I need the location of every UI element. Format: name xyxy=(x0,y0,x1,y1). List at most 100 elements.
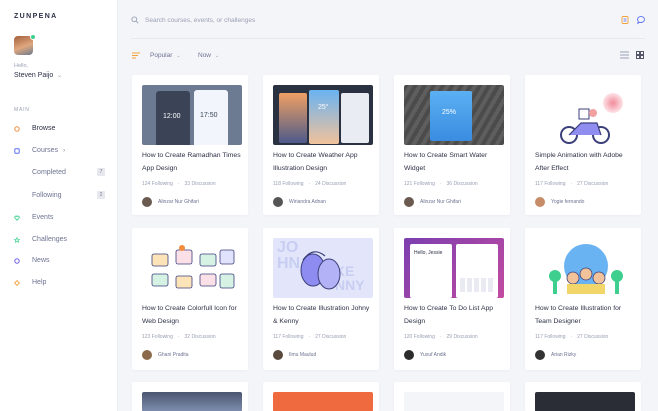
keyboard-shape xyxy=(460,278,494,292)
author-name: Wiriandra Adnan xyxy=(289,199,326,205)
course-thumbnail: Hello, Jessie xyxy=(404,238,504,298)
sidebar-item-events[interactable]: Events xyxy=(14,214,53,221)
sidebar-item-label: Browse xyxy=(32,125,56,132)
user-menu-button[interactable]: Steven Paijo xyxy=(14,72,53,79)
course-card[interactable]: How to Create Colorfull Icon for Web Des… xyxy=(132,228,248,370)
course-title[interactable]: How to Create Smart Water Widget xyxy=(404,150,504,175)
author-avatar xyxy=(142,350,152,360)
sidebar-item-challenges[interactable]: Challenges xyxy=(14,236,67,243)
time-dropdown-label: Now xyxy=(198,52,212,59)
course-thumbnail xyxy=(535,85,635,145)
course-card[interactable] xyxy=(132,382,248,411)
author-name: Arian Rizky xyxy=(551,352,577,358)
colorful-icons-illustration xyxy=(151,245,235,289)
author-avatar xyxy=(535,197,545,207)
course-author[interactable]: Wiriandra Adnan xyxy=(273,197,326,207)
sidebar-item-label: News xyxy=(32,257,50,264)
thumb-temperature: 25° xyxy=(318,104,329,111)
course-card[interactable]: How to Create Illustration for Team Desi… xyxy=(525,228,641,370)
course-author[interactable]: Alinzar Nur Ghifari xyxy=(404,197,461,207)
discussion-count: 36 Discussion xyxy=(446,181,478,187)
sort-dropdown-label: Popular xyxy=(150,52,173,59)
grid-view-icon[interactable] xyxy=(636,51,644,59)
circle-icon xyxy=(14,125,20,132)
course-author[interactable]: Arian Rizky xyxy=(535,350,576,360)
thumb-percent: 25% xyxy=(442,109,457,116)
chevron-right-icon: › xyxy=(63,147,66,154)
course-thumbnail: 25% xyxy=(404,85,504,145)
widget-mockup: 25% xyxy=(430,91,472,141)
course-card[interactable]: JO HN KE NNY How to Create Illustration Jo… xyxy=(263,228,379,370)
thumb-text: Hello, Jessie xyxy=(414,250,443,256)
sidebar-subitem-following[interactable]: Following xyxy=(32,192,62,199)
chat-icon[interactable] xyxy=(636,15,646,25)
following-count: 118 Following xyxy=(273,181,304,187)
discussion-count: 29 Discussion xyxy=(446,334,478,340)
app-logo: ZUNPENA xyxy=(14,13,58,20)
author-avatar xyxy=(142,197,152,207)
sidebar-item-news[interactable]: News xyxy=(14,257,50,264)
following-count: 117 Following xyxy=(273,334,304,340)
course-title[interactable]: How to Create To Do List App Design xyxy=(404,303,504,328)
sidebar-item-courses[interactable]: Courses › xyxy=(14,147,65,154)
discussion-count: 27 Discussion xyxy=(577,334,609,340)
course-card[interactable]: 25° How to Create Weather App Illustrati… xyxy=(263,75,379,215)
following-count: 123 Following xyxy=(142,334,173,340)
phone-mockup: 17:50 xyxy=(194,90,228,145)
course-author[interactable]: Yuxuf Andik xyxy=(404,350,446,360)
course-author[interactable]: Ghani Pradita xyxy=(142,350,189,360)
course-card[interactable]: 12:00 17:50 How to Create Ramadhan Times… xyxy=(132,75,248,215)
course-card[interactable]: Simple Animation with Adobe After Effect… xyxy=(525,75,641,215)
course-title[interactable]: How to Create Ramadhan Times App Design xyxy=(142,150,242,175)
chevron-down-icon: ⌄ xyxy=(215,52,220,59)
author-avatar xyxy=(404,350,414,360)
sidebar-item-label: Courses xyxy=(32,147,59,154)
course-author[interactable]: Alinzar Nur Ghifari xyxy=(142,197,199,207)
sidebar-item-help[interactable]: Help xyxy=(14,279,46,286)
following-count: 121 Following xyxy=(404,181,435,187)
course-title[interactable]: Simple Animation with Adobe After Effect xyxy=(535,150,635,175)
online-status-dot xyxy=(30,34,36,40)
sidebar: ZUNPENA Hello, Steven Paijo ⌄ MAIN Brows… xyxy=(0,0,118,411)
count-badge: 7 xyxy=(97,168,105,176)
ring-icon xyxy=(14,257,20,264)
phone-mockup xyxy=(341,93,369,143)
thumb-time: 12:00 xyxy=(163,113,181,120)
scooter-illustration xyxy=(560,108,610,144)
sidebar-subitem-completed[interactable]: Completed xyxy=(32,169,66,176)
course-card[interactable] xyxy=(525,382,641,411)
author-name: Yogie fernando xyxy=(551,199,585,205)
sidebar-item-browse[interactable]: Browse xyxy=(14,125,55,132)
course-stats: 123 Following · 32 Discussion xyxy=(142,334,216,340)
greeting-label: Hello, xyxy=(14,63,29,69)
search-input[interactable] xyxy=(145,14,345,26)
course-title[interactable]: How to Create Weather App Illustration D… xyxy=(273,150,373,175)
diamond-icon xyxy=(14,279,20,286)
course-author[interactable]: Yogie fernando xyxy=(535,197,584,207)
characters-illustration xyxy=(300,251,341,290)
course-title[interactable]: How to Create Colorfull Icon for Web Des… xyxy=(142,303,242,328)
notification-icon[interactable] xyxy=(620,15,630,25)
course-card[interactable] xyxy=(394,382,510,411)
course-card[interactable]: 25% How to Create Smart Water Widget 121… xyxy=(394,75,510,215)
chevron-down-icon[interactable]: ⌄ xyxy=(57,72,62,79)
course-author[interactable]: Ilmu Maulud xyxy=(273,350,316,360)
square-icon xyxy=(14,147,20,154)
course-title[interactable]: How to Create Illustration Johny & Kenny xyxy=(273,303,373,328)
course-thumbnail xyxy=(273,392,373,411)
sort-dropdown[interactable]: Popular ⌄ xyxy=(150,52,181,59)
course-title[interactable]: How to Create Illustration for Team Desi… xyxy=(535,303,635,328)
team-illustration xyxy=(549,244,623,294)
main-content: Popular⌄ Now⌄ 12:00 17:50 How to Create … xyxy=(118,0,658,411)
author-name: Ghani Pradita xyxy=(158,352,189,358)
time-dropdown[interactable]: Now ⌄ xyxy=(198,52,219,59)
course-thumbnail: 25° xyxy=(273,85,373,145)
author-avatar xyxy=(535,350,545,360)
course-card[interactable] xyxy=(263,382,379,411)
author-avatar xyxy=(273,350,283,360)
following-count: 120 Following xyxy=(404,334,435,340)
list-view-icon[interactable] xyxy=(620,51,629,59)
author-name: Ilmu Maulud xyxy=(289,352,317,358)
course-card[interactable]: Hello, Jessie How to Create To Do List A… xyxy=(394,228,510,370)
count-badge: 2 xyxy=(97,191,105,199)
